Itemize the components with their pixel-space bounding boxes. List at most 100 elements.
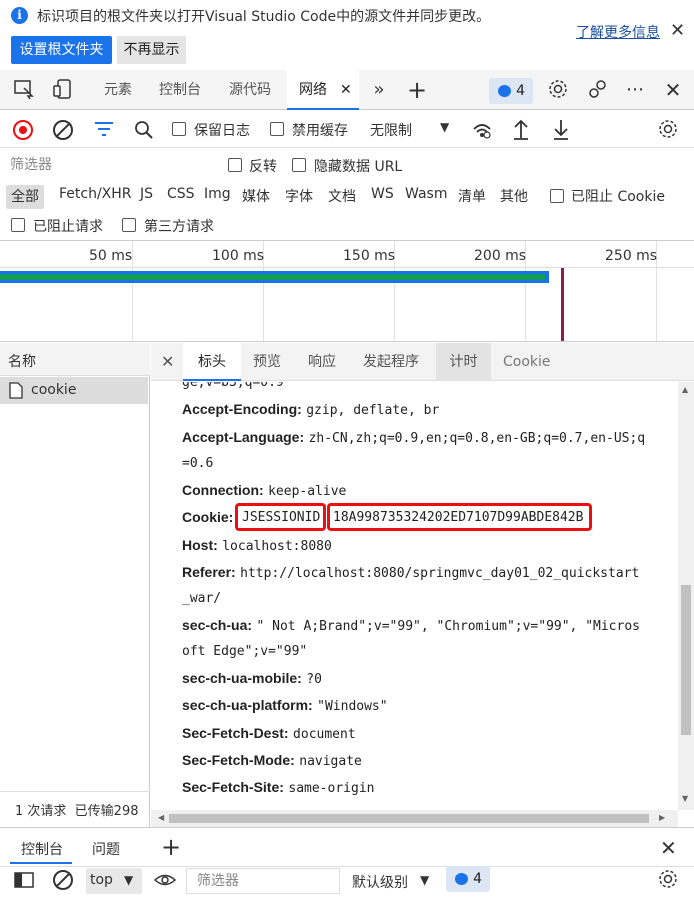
drawer-tab-issues[interactable]: 问题	[92, 839, 120, 859]
request-summary: 1 次请求 已传输298	[15, 804, 139, 819]
header-row: Sec-Fetch-Site: same-origin	[182, 779, 375, 796]
network-toolbar: 保留日志 禁用缓存 无限制 ▼	[0, 110, 694, 148]
connect-icon[interactable]	[586, 78, 610, 102]
type-filter-manifest[interactable]: 清单	[458, 186, 486, 206]
set-root-folder-button[interactable]: 设置根文件夹	[11, 36, 112, 64]
tab-console[interactable]: 控制台	[159, 70, 201, 110]
type-filter-img[interactable]: Img	[204, 186, 231, 202]
device-toolbar-icon[interactable]	[51, 78, 75, 102]
type-filter-js[interactable]: JS	[140, 186, 153, 202]
console-settings-icon[interactable]	[657, 868, 679, 894]
add-tab-icon[interactable]: +	[405, 78, 429, 102]
console-issues-badge[interactable]: 4	[446, 866, 490, 892]
details-tabs: ✕ 标头 预览 响应 发起程序 计时 Cookie	[151, 343, 694, 381]
timeline-tick-label: 250 ms	[605, 248, 658, 264]
log-level-select[interactable]: 默认级别 ▼	[346, 868, 438, 894]
drawer-tab-console[interactable]: 控制台	[10, 828, 72, 864]
tab-network[interactable]: 网络 ✕	[287, 70, 359, 110]
scrollbar-thumb[interactable]	[169, 814, 649, 823]
learn-more-link[interactable]: 了解更多信息	[576, 22, 660, 42]
drawer-console-label: 控制台	[21, 842, 63, 858]
throttling-select[interactable]: 无限制 ▼	[364, 116, 456, 142]
blocked-cookies-label: 已阻止 Cookie	[571, 189, 665, 205]
type-filter-fetch-xhr[interactable]: Fetch/XHR	[59, 186, 132, 202]
tab-headers[interactable]: 标头	[183, 343, 241, 381]
type-filter-doc[interactable]: 文档	[328, 186, 356, 206]
type-filter-all[interactable]: 全部	[6, 185, 44, 209]
vertical-scrollbar[interactable]: ▲ ▼	[678, 382, 694, 810]
type-filter-media[interactable]: 媒体	[242, 186, 270, 206]
clear-console-icon[interactable]	[53, 870, 73, 890]
status-bar: 1 次请求 已传输298	[0, 791, 150, 827]
timeline-tick-label: 50 ms	[89, 248, 133, 264]
header-row: Referer: http://localhost:8080/springmvc…	[182, 564, 640, 581]
issues-badge[interactable]: 4	[489, 78, 533, 104]
tab-cookies[interactable]: Cookie	[503, 343, 551, 381]
document-icon	[9, 382, 23, 403]
timeline-tick-label: 100 ms	[212, 248, 265, 264]
jsessionid-value: 18A998735324202ED7107D99ABDE842B	[327, 503, 593, 531]
inspect-icon[interactable]	[12, 78, 36, 102]
close-drawer-icon[interactable]: ✕	[660, 836, 677, 860]
blocked-requests-checkbox[interactable]	[11, 218, 25, 232]
export-har-icon[interactable]	[552, 118, 570, 144]
close-icon[interactable]: ✕	[670, 20, 685, 41]
network-settings-icon[interactable]	[657, 118, 679, 144]
request-details: ✕ 标头 预览 响应 发起程序 计时 Cookie ge;v=b3;q=0.9 …	[151, 343, 694, 827]
type-filter-wasm[interactable]: Wasm	[405, 186, 447, 202]
tab-timing[interactable]: 计时	[436, 343, 491, 381]
gear-icon[interactable]	[546, 78, 570, 102]
tab-sources[interactable]: 源代码	[229, 70, 271, 110]
close-devtools-icon[interactable]: ✕	[661, 78, 685, 102]
context-select[interactable]: top ▼	[86, 868, 142, 894]
message-icon	[455, 873, 468, 885]
filter-icon[interactable]	[94, 121, 114, 141]
main-toolbar: 元素 控制台 源代码 网络 ✕ » + 4 ⋯ ✕	[0, 70, 694, 110]
dropdown-icon: ▼	[420, 873, 430, 887]
tab-network-label: 网络	[299, 82, 327, 98]
scrollbar-thumb[interactable]	[681, 585, 691, 735]
record-icon[interactable]	[13, 120, 33, 140]
hide-data-urls-label: 隐藏数据 URL	[314, 159, 403, 175]
hide-data-urls-checkbox[interactable]	[292, 158, 306, 172]
tab-initiator[interactable]: 发起程序	[363, 343, 419, 381]
more-tabs-icon[interactable]: »	[367, 78, 391, 102]
eye-icon[interactable]	[153, 871, 177, 893]
console-filter-input[interactable]: 筛选器	[186, 868, 340, 894]
tab-preview[interactable]: 预览	[253, 343, 281, 381]
type-filter-font[interactable]: 字体	[285, 186, 313, 206]
tab-response[interactable]: 响应	[308, 343, 336, 381]
third-party-checkbox[interactable]	[122, 218, 136, 232]
type-filter-css[interactable]: CSS	[167, 186, 195, 202]
filter-row: 筛选器 反转 隐藏数据 URL	[0, 148, 694, 182]
horizontal-scrollbar[interactable]: ◀ ▶	[151, 810, 678, 827]
tab-elements[interactable]: 元素	[104, 70, 132, 110]
type-filter-other[interactable]: 其他	[500, 186, 528, 206]
filter-input[interactable]: 筛选器	[0, 153, 210, 177]
name-column-header[interactable]: 名称	[0, 343, 150, 376]
disable-cache-checkbox[interactable]	[270, 122, 284, 136]
dropdown-icon: ▼	[440, 120, 450, 134]
blocked-cookies-checkbox[interactable]	[550, 189, 564, 203]
invert-checkbox[interactable]	[228, 158, 242, 172]
close-details-icon[interactable]: ✕	[161, 343, 174, 381]
preserve-log-checkbox[interactable]	[172, 122, 186, 136]
add-drawer-tab-icon[interactable]: +	[161, 833, 181, 861]
close-tab-icon[interactable]: ✕	[340, 70, 352, 110]
dropdown-icon: ▼	[124, 873, 134, 887]
request-list: 名称 cookie 1 次请求 已传输298	[0, 343, 150, 827]
clear-icon[interactable]	[53, 120, 73, 140]
dont-show-again-button[interactable]: 不再显示	[117, 36, 186, 64]
network-conditions-icon[interactable]	[472, 120, 492, 144]
import-har-icon[interactable]	[512, 118, 530, 144]
search-icon[interactable]	[134, 120, 154, 144]
header-row: Host: localhost:8080	[182, 537, 332, 554]
invert-label: 反转	[249, 159, 277, 175]
timeline-overview[interactable]: 50 ms 100 ms 150 ms 200 ms 250 ms	[0, 240, 694, 342]
type-filter-ws[interactable]: WS	[371, 186, 394, 202]
sidebar-toggle-icon[interactable]	[14, 872, 34, 892]
list-item[interactable]: cookie	[0, 377, 148, 404]
header-row: Accept-Encoding: gzip, deflate, br	[182, 401, 440, 418]
header-row: sec-ch-ua: " Not A;Brand";v="99", "Chrom…	[182, 617, 640, 634]
more-options-icon[interactable]: ⋯	[623, 78, 647, 102]
